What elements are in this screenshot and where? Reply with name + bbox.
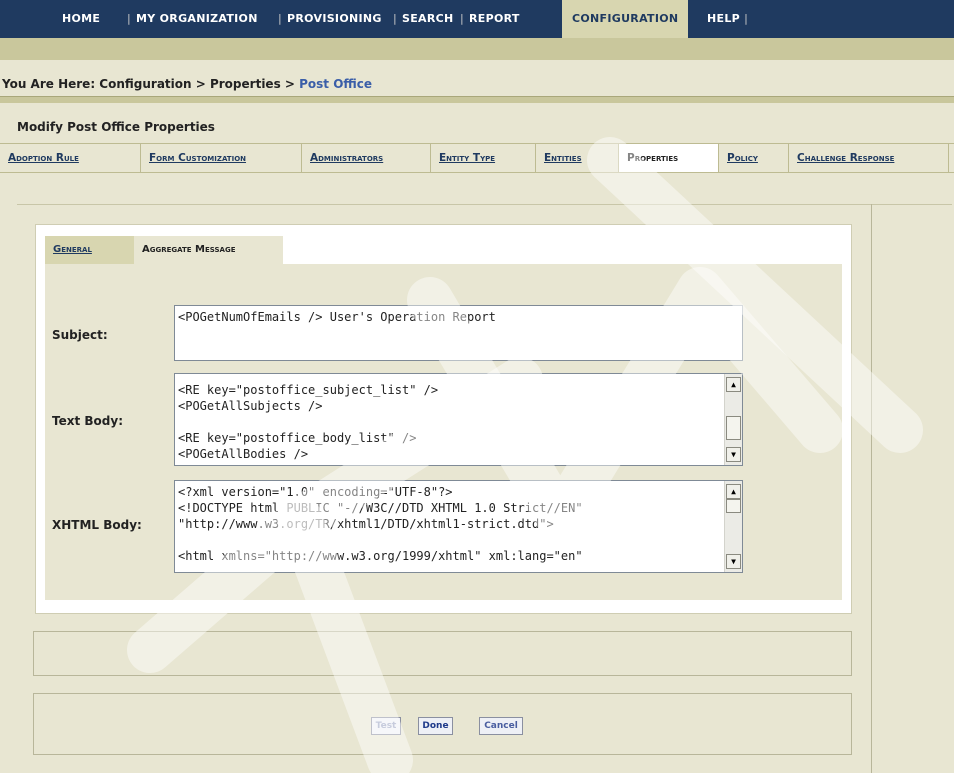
xhtml-body-scrollbar[interactable]: ▲ ▼	[724, 481, 742, 572]
text-body-line: <POGetAllSubjects />	[178, 399, 323, 413]
text-body-label: Text Body:	[52, 414, 123, 428]
breadcrumb-divider	[0, 96, 954, 103]
nav-label: PROVISIONING	[287, 12, 382, 25]
xhtml-body-line	[175, 532, 742, 548]
text-body-field[interactable]: <RE key="postoffice_subject_list" /> <PO…	[174, 373, 743, 466]
xhtml-body-label: XHTML Body:	[52, 518, 142, 532]
nav-configuration[interactable]: CONFIGURATION	[562, 0, 689, 38]
nav-separator: |	[393, 12, 398, 25]
top-nav: HOME | MY ORGANIZATION | PROVISIONING | SEA…	[0, 0, 954, 38]
subtab-general[interactable]: General	[45, 236, 134, 264]
text-body-line: <RE key="postoffice_subject_list" />	[178, 383, 439, 397]
nav-report[interactable]: | REPORT	[460, 0, 520, 38]
nav-label: MY ORGANIZATION	[136, 12, 258, 25]
text-body-line: <POGetAllBodies />	[178, 447, 309, 461]
nav-provisioning[interactable]: | PROVISIONING	[278, 0, 382, 38]
nav-label: REPORT	[469, 12, 520, 25]
tab-challenge-response[interactable]: Challenge Response	[789, 144, 949, 172]
scroll-up-icon[interactable]: ▲	[726, 377, 741, 392]
page-title: Modify Post Office Properties	[17, 120, 215, 134]
nav-label: HELP	[707, 12, 740, 25]
content-top-border	[17, 204, 952, 205]
scroll-up-icon[interactable]: ▲	[726, 484, 741, 499]
nav-separator: |	[460, 12, 465, 25]
tab-entity-type[interactable]: Entity Type	[431, 144, 536, 172]
cancel-button[interactable]: Cancel	[479, 717, 523, 735]
tab-entities[interactable]: Entities	[536, 144, 619, 172]
right-divider	[871, 204, 872, 773]
subject-line: <POGetNumOfEmails /> User's Operation Re…	[178, 310, 496, 324]
nav-separator: |	[744, 12, 749, 25]
test-button[interactable]: Test	[371, 717, 401, 735]
property-tabs: Adoption Rule Form Customization Adminis…	[0, 143, 954, 173]
subject-field[interactable]: <POGetNumOfEmails /> User's Operation Re…	[174, 305, 743, 361]
scroll-thumb[interactable]	[726, 416, 741, 440]
breadcrumb: You Are Here: Configuration > Properties…	[0, 72, 954, 96]
text-body-scrollbar[interactable]: ▲ ▼	[724, 374, 742, 465]
xhtml-body-line: <html xmlns="http://www.w3.org/1999/xhtm…	[178, 549, 583, 563]
tab-form-customization[interactable]: Form Customization	[141, 144, 302, 172]
xhtml-body-field[interactable]: <?xml version="1.0" encoding="UTF-8"?> <…	[174, 480, 743, 573]
subject-label: Subject:	[52, 328, 108, 342]
breadcrumb-current: Post Office	[299, 77, 373, 91]
tab-properties[interactable]: Properties	[619, 144, 719, 172]
tab-administrators[interactable]: Administrators	[302, 144, 431, 172]
xhtml-body-line: <!DOCTYPE html PUBLIC "-//W3C//DTD XHTML…	[178, 501, 583, 515]
text-body-line	[175, 414, 742, 430]
nav-home[interactable]: HOME	[62, 0, 100, 38]
done-button[interactable]: Done	[418, 717, 453, 735]
xhtml-body-line: <?xml version="1.0" encoding="UTF-8"?>	[178, 485, 453, 499]
text-body-line: <RE key="postoffice_body_list" />	[178, 431, 417, 445]
nav-separator: |	[127, 12, 132, 25]
scroll-down-icon[interactable]: ▼	[726, 447, 741, 462]
scroll-down-icon[interactable]: ▼	[726, 554, 741, 569]
nav-label: SEARCH	[402, 12, 454, 25]
subtab-aggregate-message[interactable]: Aggregate Message	[134, 236, 283, 264]
tab-policy[interactable]: Policy	[719, 144, 789, 172]
nav-search[interactable]: | SEARCH	[393, 0, 454, 38]
breadcrumb-path: You Are Here: Configuration > Properties…	[2, 77, 300, 91]
tab-adoption-rule[interactable]: Adoption Rule	[0, 144, 141, 172]
nav-separator: |	[278, 12, 283, 25]
nav-my-organization[interactable]: | MY ORGANIZATION	[127, 0, 258, 38]
header-band	[0, 38, 954, 60]
scroll-thumb[interactable]	[726, 499, 741, 513]
nav-help[interactable]: HELP |	[707, 0, 753, 38]
empty-panel	[33, 631, 852, 676]
xhtml-body-line: "http://www.w3.org/TR/xhtml1/DTD/xhtml1-…	[178, 517, 554, 531]
